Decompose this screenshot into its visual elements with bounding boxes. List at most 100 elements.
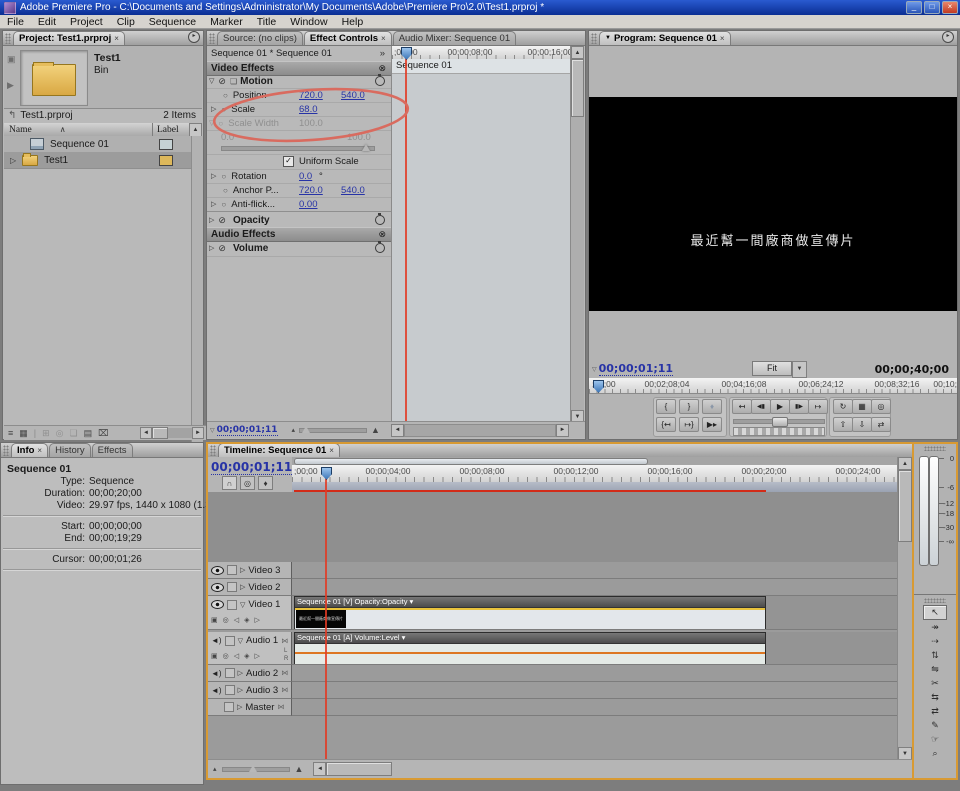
tab-source[interactable]: Source: (no clips) (217, 31, 303, 45)
timeline-current-time[interactable]: 00;00;01;11 (211, 460, 292, 475)
previous-keyframe-icon[interactable]: ◁ (234, 616, 239, 624)
play-in-to-out-button[interactable]: ▶▸ (702, 417, 722, 432)
add-keyframe-icon[interactable]: ◈ (244, 652, 249, 660)
set-in-button[interactable]: { (656, 399, 676, 414)
sort-asc-icon[interactable]: ∧ (60, 125, 66, 134)
anim-toggle-icon[interactable]: ○ (221, 200, 226, 209)
timeline-zoom-slider[interactable] (222, 767, 290, 772)
next-keyframe-icon[interactable]: ▷ (255, 652, 260, 660)
maximize-button[interactable]: □ (924, 1, 940, 14)
uniform-scale-checkbox[interactable]: ✓ (283, 156, 294, 167)
toggle-track-output-icon[interactable] (211, 566, 224, 575)
scroll-right-icon[interactable]: ► (556, 424, 569, 437)
ec-vscrollbar[interactable]: ▲ ▼ (570, 46, 584, 423)
set-marker-icon[interactable]: ♦ (258, 476, 273, 490)
video-clip[interactable]: Sequence 01 [V] Opacity:Opacity ▾ 最近幫一間廠… (294, 596, 766, 629)
toggle-animation-icon[interactable] (375, 215, 385, 225)
safe-margins-button[interactable]: ▦ (852, 399, 872, 414)
expand-icon[interactable]: ▷ (211, 200, 216, 208)
play-button[interactable]: ▶ (770, 399, 790, 414)
column-name[interactable]: Name (9, 125, 32, 135)
ripple-edit-tool[interactable]: ⇢ (924, 635, 946, 648)
anchor-x-value[interactable]: 720.0 (299, 185, 323, 196)
expand-icon[interactable]: ▷ (211, 105, 216, 113)
scroll-right-icon[interactable]: ► (192, 427, 204, 439)
tab-close-icon[interactable]: × (114, 32, 119, 45)
rate-stretch-tool[interactable]: ⇋ (924, 663, 946, 676)
position-y-value[interactable]: 540.0 (341, 90, 365, 101)
speaker-icon[interactable]: ◄) (211, 686, 222, 695)
tab-close-icon[interactable]: × (37, 444, 42, 457)
program-monitor[interactable]: 最近幫一間廠商做宣傳片 (589, 97, 957, 311)
anim-toggle-icon[interactable]: ○ (223, 186, 228, 195)
timeline-vscrollbar[interactable]: ▲ ▼ (897, 457, 912, 760)
track-content-video1[interactable]: Sequence 01 [V] Opacity:Opacity ▾ 最近幫一間廠… (292, 596, 898, 630)
marker-button[interactable]: ♦ (702, 399, 722, 414)
scroll-up-icon[interactable]: ▲ (189, 123, 202, 137)
expand-icon[interactable]: ▷ (209, 216, 214, 224)
menu-title[interactable]: Title (250, 16, 283, 28)
add-keyframe-icon[interactable]: ◈ (244, 616, 249, 624)
toggle-animation-icon[interactable] (375, 76, 385, 86)
step-back-button[interactable]: ◀▮ (751, 399, 771, 414)
expand-icon[interactable]: ▷ (240, 566, 245, 574)
lift-button[interactable]: ⇧ (833, 417, 853, 432)
label-swatch[interactable] (159, 139, 173, 150)
panel-gripper[interactable] (210, 445, 216, 456)
fx-enabled-icon[interactable]: ⊘ (218, 215, 226, 226)
collapse-icon[interactable]: ▽ (240, 601, 245, 609)
fx-enabled-icon[interactable]: ⊘ (218, 243, 226, 254)
scale-width-slider[interactable] (221, 146, 375, 151)
snap-toggle-icon[interactable]: ∩ (222, 476, 237, 490)
show-keyframes-icon[interactable]: ◎ (223, 652, 229, 660)
collapse-icon[interactable]: ▽ (209, 119, 214, 127)
zoom-level-select[interactable]: Fit ▼ (752, 361, 807, 378)
panel-menu-icon[interactable]: ▸ (942, 31, 954, 43)
expand-icon[interactable]: ▷ (237, 703, 242, 711)
encore-chapter-marker-icon[interactable]: ◎ (240, 476, 255, 490)
tab-info[interactable]: Info × (11, 443, 48, 457)
menu-window[interactable]: Window (283, 16, 334, 28)
zoom-in-icon[interactable]: ▲ (295, 764, 304, 774)
lock-track-icon[interactable] (224, 702, 234, 712)
poster-frame-icon[interactable]: ▣ (7, 54, 16, 65)
anim-toggle-icon[interactable]: ○ (223, 91, 228, 100)
lock-track-icon[interactable] (227, 582, 237, 592)
viewing-area-bar[interactable] (294, 458, 648, 465)
program-current-time[interactable]: 00;00;01;11 (599, 362, 673, 376)
new-item-icon[interactable]: ▤ (84, 428, 93, 439)
motion-effect-row[interactable]: ▽ ⊘ ❏ Motion (207, 74, 391, 89)
slider-thumb[interactable] (302, 426, 310, 433)
track-content-video3[interactable] (292, 562, 898, 579)
jog-wheel[interactable] (733, 427, 825, 436)
pen-tool[interactable]: ✎ (924, 719, 946, 732)
panel-gripper[interactable] (209, 33, 215, 44)
slider-thumb[interactable] (362, 144, 370, 151)
scroll-up-icon[interactable]: ▲ (571, 46, 584, 59)
scroll-left-icon[interactable]: ◄ (140, 427, 152, 439)
lock-track-icon[interactable] (225, 685, 235, 695)
find-icon[interactable]: ◎ (56, 428, 64, 439)
ec-hscrollbar[interactable]: ◄ ► (391, 424, 569, 436)
speaker-icon[interactable]: ◄) (211, 669, 222, 678)
expand-icon[interactable]: ▷ (240, 583, 245, 591)
opacity-rubber-band[interactable] (295, 608, 765, 610)
clear-icon[interactable]: ⌧ (98, 428, 108, 439)
collapse-icon[interactable]: ▽ (238, 637, 243, 645)
show-timeline-icon[interactable]: » (380, 48, 385, 59)
parent-bin-icon[interactable]: ↰ (8, 110, 16, 121)
tab-audio-mixer[interactable]: Audio Mixer: Sequence 01 (393, 31, 516, 45)
track-content-audio3[interactable] (292, 682, 898, 699)
expand-icon[interactable]: ▷ (238, 686, 243, 694)
track-content-audio1[interactable]: Sequence 01 [A] Volume:Level ▾ (292, 632, 898, 665)
panel-menu-icon[interactable]: ▸ (188, 31, 200, 43)
flyout-icon[interactable]: ▼ (605, 32, 611, 45)
column-label[interactable]: Label (157, 125, 179, 135)
panel-gripper[interactable] (5, 33, 11, 44)
tab-timeline[interactable]: Timeline: Sequence 01 × (218, 444, 340, 457)
zoom-out-icon[interactable]: ▴ (213, 765, 217, 773)
lock-track-icon[interactable] (227, 565, 237, 575)
timeline-playhead-line[interactable] (325, 470, 327, 760)
project-hscrollbar[interactable]: ◄ ► (140, 427, 204, 439)
next-keyframe-icon[interactable]: ▷ (255, 616, 260, 624)
